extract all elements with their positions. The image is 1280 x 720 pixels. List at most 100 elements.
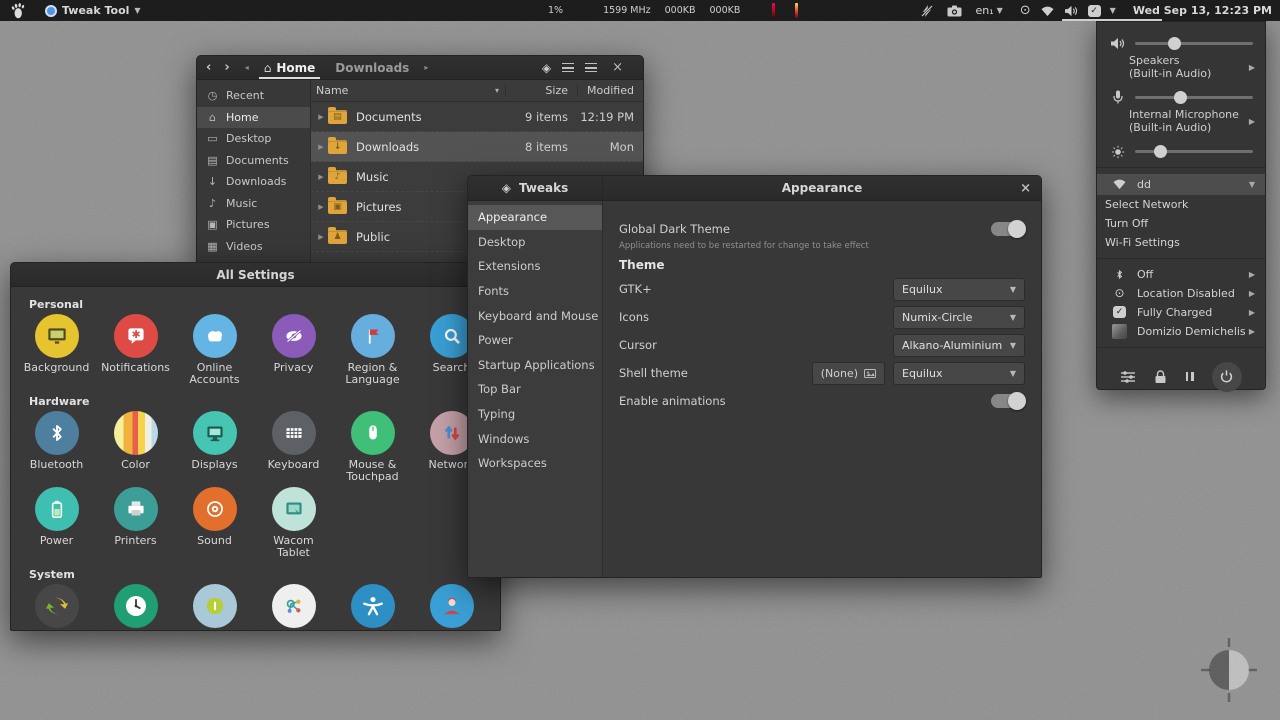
sidebar-item-downloads[interactable]: ↓ Downloads [197,171,310,193]
tile-displays[interactable]: Displays [175,411,254,482]
clock[interactable]: Wed Sep 13, 12:23 PM [1133,4,1272,17]
tile-notifications[interactable]: ✱ Notifications [96,314,175,385]
gnome-activities-icon[interactable] [10,2,25,19]
tile-region-language[interactable]: Region & Language [333,314,412,385]
bluetooth-row[interactable]: Off ▶ [1097,265,1265,284]
sidebar-item-videos[interactable]: ▦ Videos [197,236,310,258]
hardware-grid: Bluetooth Color Displays Keyboard Mouse … [17,411,494,563]
location-row[interactable]: ⊙ Location Disabled ▶ [1097,284,1265,303]
magnifier-crosshair-widget[interactable] [1196,632,1262,708]
system-status-tray[interactable]: ⊙ ✓ ▼ [1016,0,1120,21]
file-list-header[interactable]: Name ▾ Size Modified [311,80,643,102]
tweaks-nav-windows[interactable]: Windows [468,426,602,451]
tile-bluetooth[interactable]: Bluetooth [17,411,96,482]
tile-universal-access[interactable]: Universal Access [333,584,412,630]
menu-hamburger-icon[interactable] [585,63,598,72]
tile-online-accounts[interactable]: Online Accounts [175,314,254,385]
path-home-button[interactable]: ⌂ Home [255,56,325,79]
expander-icon[interactable]: ▶ [314,173,328,181]
gtk-theme-dropdown[interactable]: Equilux ▼ [893,277,1025,301]
power-button[interactable] [1211,361,1242,392]
tweaks-nav-extensions[interactable]: Extensions [468,254,602,279]
tile-sharing[interactable]: Sharing [254,584,333,630]
enable-animations-toggle[interactable] [991,392,1026,410]
expander-icon[interactable]: ▶ [314,113,328,121]
turn-off-item[interactable]: Turn Off [1097,214,1265,233]
tile-power[interactable]: Power [17,487,96,558]
personal-grid: Background ✱ Notifications Online Accoun… [17,314,494,390]
close-icon[interactable]: × [612,60,623,75]
speakers-device-row[interactable]: Speakers (Built-in Audio) ▶ [1097,52,1265,82]
sidebar-item-home[interactable]: ⌂ Home [197,106,310,128]
sidebar-item-pictures[interactable]: ▣ Pictures [197,214,310,236]
tile-privacy[interactable]: Privacy [254,314,333,385]
cursor-theme-dropdown[interactable]: Alkano-Aluminium ▼ [893,333,1025,357]
select-network-item[interactable]: Select Network [1097,195,1265,214]
tile-background[interactable]: Background [17,314,96,385]
tile-printers[interactable]: Printers [96,487,175,558]
tweaks-titlebar[interactable]: ◈ Tweaks Appearance × [468,176,1041,201]
chevron-down-icon: ▼ [996,6,1003,15]
path-downloads-button[interactable]: Downloads [326,56,418,79]
tweaks-nav-fonts[interactable]: Fonts [468,279,602,304]
list-view-icon[interactable] [562,63,575,72]
tile-mouse-touchpad[interactable]: Mouse & Touchpad [333,411,412,482]
column-size[interactable]: Size [505,84,577,97]
file-row-documents[interactable]: ▶ ▤ Documents 9 items 12:19 PM [311,102,643,132]
icon-theme-dropdown[interactable]: Numix-Circle ▼ [893,305,1025,329]
tweaks-nav-desktop[interactable]: Desktop [468,230,602,255]
tile-wacom[interactable]: Wacom Tablet [254,487,333,558]
tile-color[interactable]: Color [96,411,175,482]
tweaks-nav-power[interactable]: Power [468,328,602,353]
expander-icon[interactable]: ▶ [314,143,328,151]
tile-users[interactable]: Users [412,584,491,630]
back-button[interactable]: ‹ [197,60,220,75]
sidebar-item-desktop[interactable]: ▭ Desktop [197,128,310,150]
settings-titlebar[interactable]: All Settings ◈ [11,263,500,287]
camera-icon[interactable] [947,5,962,17]
wifi-settings-item[interactable]: Wi-Fi Settings [1097,233,1265,252]
flash-off-icon[interactable] [920,4,934,18]
tile-sound[interactable]: Sound [175,487,254,558]
tile-backups[interactable]: Backups [17,584,96,630]
tweaks-nav-workspaces[interactable]: Workspaces [468,451,602,476]
brightness-slider[interactable] [1135,145,1253,159]
lock-icon[interactable] [1154,369,1167,384]
global-dark-theme-toggle[interactable] [991,220,1026,238]
mic-slider[interactable] [1135,90,1253,104]
file-row-downloads[interactable]: ▶ ↓ Downloads 8 items Mon [311,132,643,162]
tile-datetime[interactable]: Date & Time [96,584,175,630]
battery-row[interactable]: ✓ Fully Charged ▶ [1097,303,1265,322]
keyboard-layout-indicator[interactable]: en₁ ▼ [975,4,1002,17]
microphone-device-row[interactable]: Internal Microphone (Built-in Audio) ▶ [1097,106,1265,136]
forward-button[interactable]: › [222,60,238,75]
expander-icon[interactable]: ▶ [314,203,328,211]
column-name[interactable]: Name [316,84,348,97]
close-icon[interactable]: × [1020,181,1031,196]
tile-details[interactable]: Details [175,584,254,630]
sidebar-item-recent[interactable]: ◷ Recent [197,85,310,107]
tweaks-nav-startup[interactable]: Startup Applications [468,353,602,378]
wifi-network-row[interactable]: dd ▼ [1097,173,1265,195]
sidebar-item-music[interactable]: ♪ Music [197,193,310,215]
app-menu-button[interactable]: Tweak Tool ▼ [37,0,149,21]
settings-sliders-icon[interactable] [1120,370,1136,384]
shell-theme-dropdown[interactable]: Equilux ▼ [893,361,1025,385]
tweaks-nav-keyboard-mouse[interactable]: Keyboard and Mouse [468,303,602,328]
tweaks-nav-appearance[interactable]: Appearance [468,205,602,230]
volume-slider[interactable] [1135,36,1253,50]
tile-keyboard[interactable]: Keyboard [254,411,333,482]
sidebar-item-documents[interactable]: ▤ Documents [197,150,310,172]
user-row[interactable]: Domizio Demichelis ▶ [1097,322,1265,341]
path-scroll-left-icon[interactable]: ◂ [241,63,253,72]
files-titlebar[interactable]: ‹ › ◂ ⌂ Home Downloads ▸ ◈ × [197,56,643,80]
suspend-pause-icon[interactable] [1185,372,1194,382]
tweaks-nav-typing[interactable]: Typing [468,402,602,427]
expander-icon[interactable]: ▶ [314,233,328,241]
tweaks-nav-topbar[interactable]: Top Bar [468,377,602,402]
system-monitor-applet[interactable]: 1% 1599 MHz 000KB 000KB [548,0,799,21]
shell-theme-file-button[interactable]: (None) [811,361,885,385]
path-scroll-right-icon[interactable]: ▸ [420,63,432,72]
column-modified[interactable]: Modified [577,84,643,97]
location-crosshair-icon[interactable]: ◈ [542,61,551,75]
